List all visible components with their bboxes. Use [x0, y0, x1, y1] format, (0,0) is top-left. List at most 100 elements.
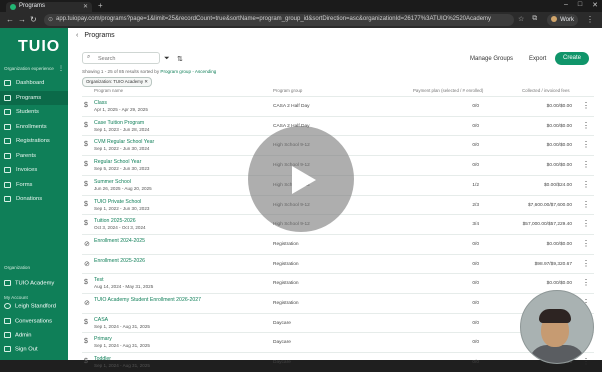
program-dates: Oct 3, 2024 - Oct 3, 2024 — [94, 225, 146, 231]
sign-out-icon — [4, 346, 11, 352]
program-name-link[interactable]: Test — [94, 277, 104, 283]
program-name-link[interactable]: Class — [94, 100, 107, 106]
program-name-link[interactable]: TUIO Private School — [94, 199, 141, 205]
collected-fees: $7,600.00/$7,600.00 — [527, 202, 572, 208]
dollar-icon: $ — [84, 141, 88, 149]
sidebar-item-sign-out[interactable]: Sign Out — [4, 346, 38, 353]
table-row[interactable]: $ Primary Sep 1, 2024 - Aug 31, 2025 Daycar… — [82, 332, 594, 352]
sort-link[interactable]: Program group - Ascending — [160, 69, 216, 74]
table-row[interactable]: $ CASA Sep 1, 2024 - Aug 31, 2025 Daycare 0/… — [82, 312, 594, 333]
sidebar-item-students[interactable]: Students — [0, 105, 68, 120]
sidebar-item-programs[interactable]: Programs — [0, 90, 68, 105]
payment-plan-count: 0/0 — [472, 241, 479, 247]
donations-icon — [4, 196, 11, 202]
row-actions-icon[interactable]: ⋮ — [582, 180, 590, 189]
minimize-icon[interactable]: – — [564, 1, 568, 9]
program-name-link[interactable]: Tuition 2025-2026 — [94, 218, 136, 224]
row-actions-icon[interactable]: ⋮ — [582, 239, 590, 248]
table-row[interactable]: ⊘ Enrollment 2024-2025 Registration 0/0 $0.0… — [82, 233, 594, 254]
enrollments-icon — [4, 123, 11, 130]
address-bar[interactable]: ⊙ app.tuiopay.com/programs?page=1&limit=… — [44, 14, 514, 26]
search-box[interactable]: ⌕ — [82, 52, 160, 64]
sidebar-item-conversations[interactable]: Conversations — [4, 318, 52, 325]
program-name-link[interactable]: Summer School — [94, 179, 131, 185]
row-actions-icon[interactable]: ⋮ — [582, 140, 590, 149]
filter-chip[interactable]: Organization: TUIO Academy ✕ — [82, 77, 152, 87]
close-tab-icon[interactable]: ✕ — [83, 3, 88, 10]
profile-button[interactable]: Work — [547, 14, 578, 26]
browser-chrome: Programs ✕ + – □ ✕ ← → ↻ ⊙ app.tuiopay.c… — [0, 0, 602, 28]
close-icon[interactable]: ✕ — [144, 79, 148, 84]
program-name-link[interactable]: Case Tuition Program — [94, 120, 144, 126]
back-arrow-icon[interactable]: ← — [6, 15, 14, 24]
back-icon[interactable]: ‹ — [76, 32, 78, 39]
results-summary: Showing 1 - 25 of 85 results sorted by P… — [82, 69, 216, 74]
dollar-icon: $ — [84, 358, 88, 366]
dollar-icon: $ — [84, 220, 88, 228]
forward-arrow-icon[interactable]: → — [18, 15, 26, 24]
export-button[interactable]: Export — [529, 56, 546, 62]
program-name-link[interactable]: Enrollment 2025-2026 — [94, 258, 145, 264]
organization-switcher[interactable]: TUIO Academy — [4, 280, 54, 287]
program-name-link[interactable]: Regular School Year — [94, 159, 141, 165]
table-row[interactable]: $ Class Apr 1, 2025 - Apr 29, 2025 CASA 2 H… — [82, 96, 594, 116]
more-options-icon[interactable]: ⋮ — [58, 65, 64, 72]
manage-groups-button[interactable]: Manage Groups — [470, 56, 513, 62]
table-row[interactable]: $ Toddler Sep 1, 2024 - Aug 31, 2025 Daycar… — [82, 352, 594, 372]
program-name-link[interactable]: CASA — [94, 317, 108, 323]
program-name-link[interactable]: Primary — [94, 336, 112, 342]
row-actions-icon[interactable]: ⋮ — [582, 200, 590, 209]
payment-plan-count: 1/2 — [472, 182, 479, 188]
sidebar-item-enrollments[interactable]: Enrollments — [0, 120, 68, 135]
sidebar-item-label: Donations — [16, 196, 43, 202]
column-header-collected[interactable]: Collected / invoiced fees — [522, 88, 570, 93]
sidebar-item-admin[interactable]: Admin — [4, 332, 31, 339]
collected-fees: $0.00/$0.00 — [546, 163, 572, 169]
program-name-link[interactable]: TUIO Academy Student Enrollment 2026-202… — [94, 297, 201, 303]
table-row[interactable]: ⊘ Enrollment 2025-2026 Registration 0/0 $98.… — [82, 253, 594, 274]
filter-chip-label: Organization: TUIO Academy — [86, 79, 144, 84]
create-button[interactable]: Create — [555, 52, 589, 65]
sidebar-item-forms[interactable]: Forms — [0, 178, 68, 193]
row-actions-icon[interactable]: ⋮ — [582, 219, 590, 228]
filter-icon[interactable]: ⏷ — [164, 55, 170, 63]
sidebar-item-parents[interactable]: Parents — [0, 149, 68, 164]
account-button[interactable]: Leigh Standford — [4, 303, 56, 310]
table-row[interactable]: $ Case Tuition Program Sep 1, 2023 - Jun 2… — [82, 115, 594, 136]
column-header-group[interactable]: Program group — [273, 88, 302, 93]
row-actions-icon[interactable]: ⋮ — [582, 160, 590, 169]
browser-tab[interactable]: Programs ✕ — [6, 2, 92, 12]
sort-icon[interactable]: ⇅ — [177, 55, 183, 63]
table-row[interactable]: $ Tuition 2025-2026 Oct 3, 2024 - Oct 3, 2… — [82, 214, 594, 234]
dollar-icon: $ — [84, 338, 88, 346]
table-row[interactable]: $ Test Aug 14, 2024 - May 31, 2025 Registra… — [82, 273, 594, 293]
extensions-icon[interactable]: ⧉ — [532, 15, 537, 23]
browser-menu-icon[interactable]: ⋮ — [586, 15, 594, 24]
tab-title: Programs — [19, 3, 46, 9]
play-icon[interactable] — [292, 166, 316, 194]
column-header-payment[interactable]: Payment plan (selected / # enrolled) — [413, 88, 483, 93]
star-icon[interactable]: ☆ — [518, 15, 524, 23]
site-info-icon[interactable]: ⊙ — [48, 16, 53, 23]
row-actions-icon[interactable]: ⋮ — [582, 101, 590, 110]
sidebar-item-invoices[interactable]: Invoices — [0, 163, 68, 178]
program-dates: Sep 1, 2022 - Jun 30, 2023 — [94, 205, 150, 211]
url-text: app.tuiopay.com/programs?page=1&limit=25… — [56, 16, 492, 22]
maximize-icon[interactable]: □ — [578, 1, 582, 9]
row-actions-icon[interactable]: ⋮ — [582, 259, 590, 268]
column-header-name[interactable]: Program name — [94, 88, 123, 93]
sidebar-item-label: Sign Out — [15, 346, 38, 353]
close-window-icon[interactable]: ✕ — [592, 1, 598, 9]
reload-icon[interactable]: ↻ — [30, 15, 37, 24]
sidebar-item-dashboard[interactable]: Dashboard — [0, 76, 68, 91]
sidebar-item-registrations[interactable]: Registrations — [0, 134, 68, 149]
program-name-link[interactable]: Toddler — [94, 356, 111, 362]
sidebar-item-donations[interactable]: Donations — [0, 192, 68, 207]
table-row[interactable]: ⊘ TUIO Academy Student Enrollment 2026-20… — [82, 293, 594, 313]
row-actions-icon[interactable]: ⋮ — [582, 121, 590, 130]
search-input[interactable] — [96, 54, 160, 64]
program-name-link[interactable]: CVM Regular School Year — [94, 139, 154, 145]
row-actions-icon[interactable]: ⋮ — [582, 278, 590, 287]
new-tab-button[interactable]: + — [98, 1, 103, 10]
program-name-link[interactable]: Enrollment 2024-2025 — [94, 238, 145, 244]
